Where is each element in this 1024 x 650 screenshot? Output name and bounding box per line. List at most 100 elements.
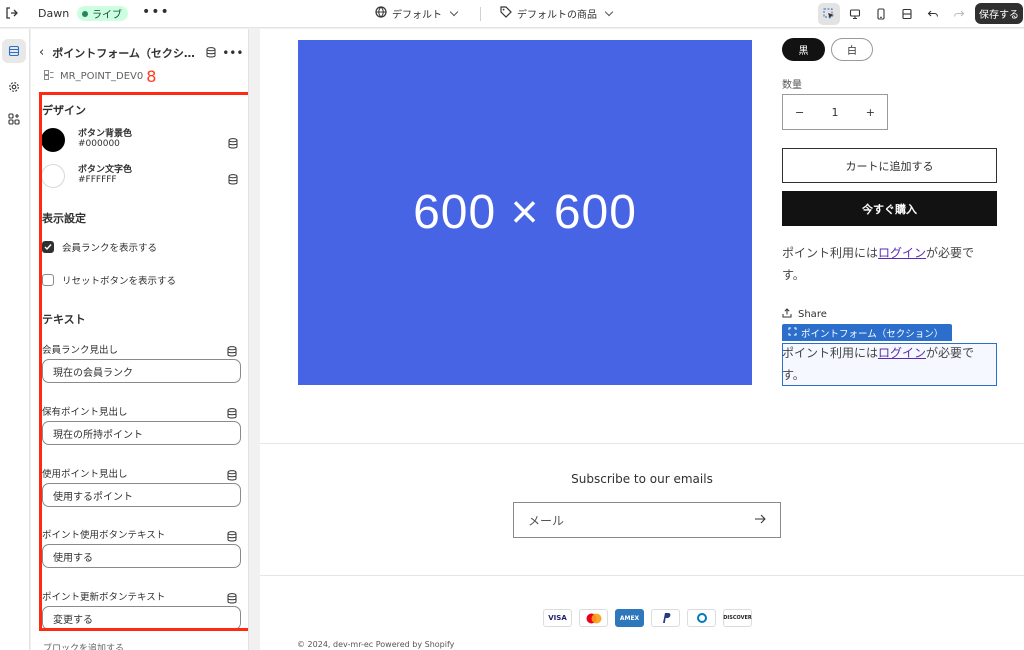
top-bar: Dawn ライブ ••• デフォルト デフォルトの商品 保存する <box>0 0 1024 28</box>
show-reset-checkbox-row[interactable]: リセットボタンを表示する <box>42 273 176 287</box>
checkbox-label: 会員ランクを表示する <box>62 243 158 254</box>
quantity-value: 1 <box>831 105 839 119</box>
theme-more-button[interactable]: ••• <box>142 4 170 20</box>
product-selector[interactable]: デフォルトの商品 <box>500 6 614 21</box>
quantity-stepper[interactable]: − 1 + <box>782 94 888 130</box>
dynamic-source-icon[interactable] <box>227 342 237 357</box>
checkbox-unchecked[interactable] <box>42 274 54 286</box>
fullscreen-view-button[interactable] <box>896 3 918 25</box>
redo-icon <box>953 10 965 17</box>
checkbox-checked[interactable] <box>42 241 54 253</box>
quantity-plus-button[interactable]: + <box>866 106 875 119</box>
undo-button[interactable] <box>922 3 944 25</box>
login-link[interactable]: ログイン <box>878 346 926 360</box>
mobile-icon <box>877 8 885 20</box>
use-button-text-input[interactable]: 使用する <box>42 544 241 568</box>
arrow-right-icon[interactable] <box>754 513 766 527</box>
buy-now-button[interactable]: 今すぐ購入 <box>782 191 997 226</box>
point-login-text: ポイント利用にはログインが必要で す。 <box>782 242 992 286</box>
email-input[interactable]: メール <box>513 502 781 538</box>
point-text-line2: す。 <box>782 368 805 382</box>
checkmark-icon <box>44 244 52 251</box>
checkbox-label: リセットボタンを表示する <box>62 276 177 287</box>
variant-black-button[interactable]: 黒 <box>782 38 825 61</box>
template-selector[interactable]: デフォルト <box>375 6 459 21</box>
dynamic-source-icon[interactable] <box>228 134 238 149</box>
email-placeholder: メール <box>528 513 565 528</box>
share-button[interactable]: Share <box>782 308 827 321</box>
dynamic-source-icon[interactable] <box>227 466 237 481</box>
sections-icon <box>8 45 20 57</box>
point-text-suffix: が必要で <box>926 246 975 260</box>
product-label: デフォルトの商品 <box>517 10 597 21</box>
field-label: 使用ポイント見出し <box>42 469 128 480</box>
dynamic-source-icon[interactable] <box>206 43 216 62</box>
settings-nav-button[interactable] <box>2 75 26 99</box>
product-image-placeholder: 600 × 600 <box>298 40 752 385</box>
fullscreen-icon <box>902 8 912 20</box>
dynamic-source-icon[interactable] <box>227 589 237 604</box>
show-rank-checkbox-row[interactable]: 会員ランクを表示する <box>42 240 157 254</box>
desktop-icon <box>849 9 861 20</box>
live-status-label: ライブ <box>92 10 122 21</box>
dynamic-source-icon[interactable] <box>227 527 237 542</box>
variant-white-button[interactable]: 白 <box>831 38 873 61</box>
apps-icon <box>8 113 20 125</box>
held-points-heading-input[interactable]: 現在の所持ポイント <box>42 421 241 445</box>
apps-nav-button[interactable] <box>2 107 26 131</box>
desktop-view-button[interactable] <box>844 3 866 25</box>
add-block-link[interactable]: ブロックを追加する <box>43 641 124 650</box>
selected-section-tag[interactable]: ポイントフォーム（セクション） <box>782 324 953 341</box>
field-label: ポイント使用ボタンテキスト <box>42 530 166 541</box>
field-label: 会員ランク見出し <box>42 345 119 356</box>
field-label: 保有ポイント見出し <box>42 407 128 418</box>
section-id-suffix: 8 <box>146 67 157 86</box>
undo-icon <box>927 10 939 17</box>
section-title: ポイントフォーム（セクショ... <box>52 46 203 60</box>
view-controls <box>818 3 970 25</box>
share-label: Share <box>798 309 827 320</box>
live-dot-icon <box>82 10 88 17</box>
color-value: #FFFFFF <box>78 175 117 185</box>
diners-icon <box>687 609 716 627</box>
quantity-minus-button[interactable]: − <box>795 106 804 119</box>
section-more-button[interactable]: ••• <box>222 46 243 60</box>
rank-heading-input[interactable]: 現在の会員ランク <box>42 359 241 383</box>
payment-icons: VISA AMEX DISCOVER <box>543 609 752 627</box>
color-label: ボタン背景色 <box>78 129 133 139</box>
theme-name: Dawn <box>38 7 70 20</box>
color-setting-button-bg[interactable]: ボタン背景色 #000000 <box>41 126 241 156</box>
mobile-view-button[interactable] <box>870 3 892 25</box>
login-link[interactable]: ログイン <box>878 246 926 260</box>
mastercard-icon <box>579 609 608 627</box>
chevron-down-icon <box>449 7 459 17</box>
dynamic-source-icon[interactable] <box>228 170 238 185</box>
tag-icon <box>500 6 512 21</box>
redo-button[interactable] <box>948 3 970 25</box>
sidebar-header: ‹ ポイントフォーム（セクショ... ••• <box>39 43 244 62</box>
back-chevron-icon[interactable]: ‹ <box>39 45 44 60</box>
gear-icon <box>9 82 19 92</box>
topbar-divider <box>480 7 481 21</box>
block-icon <box>44 70 54 83</box>
add-to-cart-button[interactable]: カートに追加する <box>782 148 997 183</box>
color-setting-button-text[interactable]: ボタン文字色 #FFFFFF <box>41 162 241 192</box>
cursor-select-icon <box>823 8 834 19</box>
point-text-prefix: ポイント利用には <box>782 346 879 360</box>
section-id: MR_POINT_DEV0 <box>60 71 144 82</box>
discover-icon: DISCOVER <box>723 609 752 627</box>
color-swatch[interactable] <box>41 164 65 188</box>
use-points-heading-input[interactable]: 使用するポイント <box>42 483 241 507</box>
live-status-badge: ライブ <box>77 6 128 21</box>
exit-icon[interactable] <box>4 5 20 21</box>
save-button[interactable]: 保存する <box>975 3 1023 24</box>
sections-nav-button[interactable] <box>2 39 26 63</box>
template-label: デフォルト <box>392 10 442 21</box>
color-swatch[interactable] <box>41 128 65 152</box>
copyright-text: © 2024, dev-mr-ec Powered by Shopify <box>297 640 455 649</box>
newsletter-title: Subscribe to our emails <box>571 472 713 486</box>
update-button-text-input[interactable]: 変更する <box>42 606 241 630</box>
inspector-toggle-button[interactable] <box>818 3 840 25</box>
section-corners-icon <box>788 327 797 339</box>
dynamic-source-icon[interactable] <box>227 404 237 419</box>
